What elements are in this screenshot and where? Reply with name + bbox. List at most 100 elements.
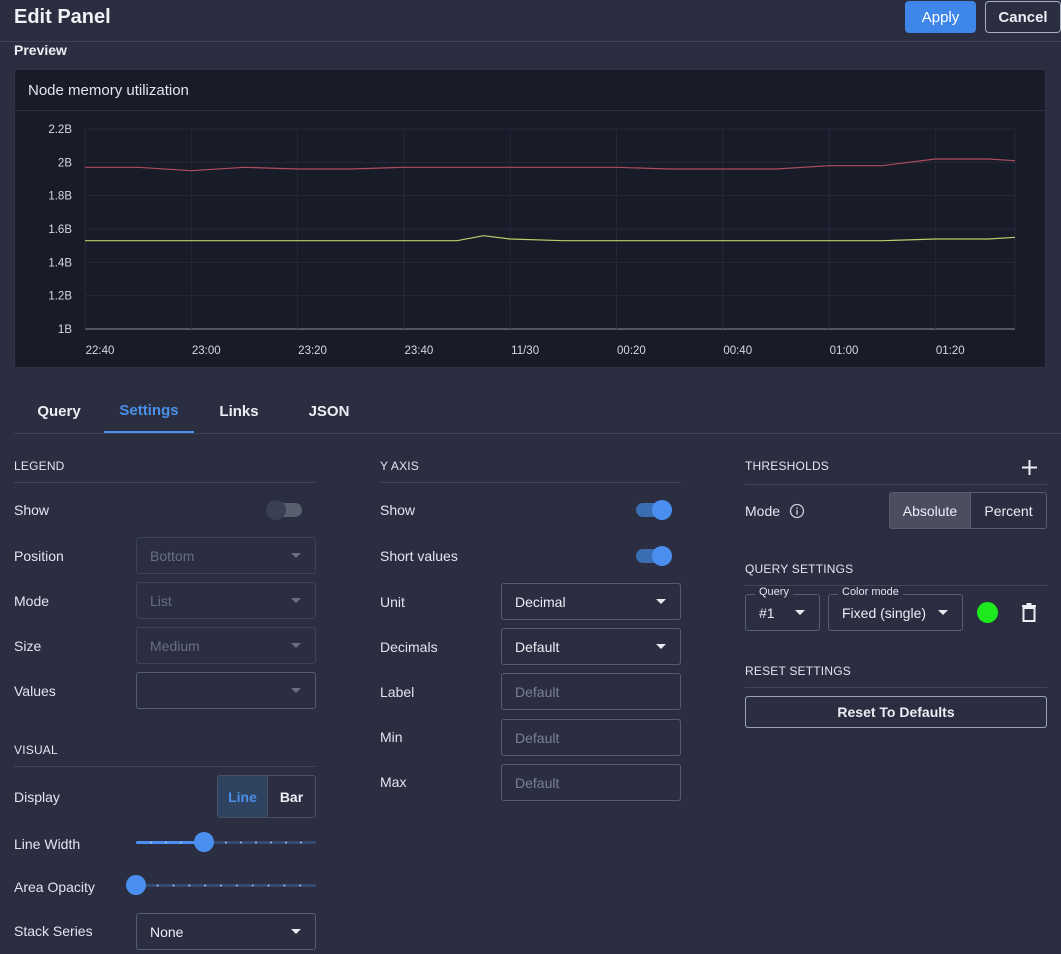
y-label-input[interactable]: Default xyxy=(501,673,681,710)
chevron-down-icon xyxy=(291,643,301,648)
stack-series-label: Stack Series xyxy=(14,923,93,939)
legend-size-label: Size xyxy=(14,638,42,654)
header: Edit Panel Apply Cancel xyxy=(0,0,1061,42)
decimals-select[interactable]: Default xyxy=(501,628,681,665)
area-opacity-label: Area Opacity xyxy=(14,879,95,895)
chevron-down-icon xyxy=(656,599,666,604)
decimals-label: Decimals xyxy=(380,639,438,655)
line-width-label: Line Width xyxy=(14,836,81,852)
mode-percent-button[interactable]: Percent xyxy=(971,493,1046,528)
color-mode-value: Fixed (single) xyxy=(842,605,927,621)
display-label: Display xyxy=(14,789,60,805)
trash-icon[interactable] xyxy=(1021,603,1037,622)
chevron-down-icon xyxy=(656,644,666,649)
display-line-button[interactable]: Line xyxy=(218,776,268,817)
display-bar-button[interactable]: Bar xyxy=(268,776,315,817)
legend-size-select[interactable]: Medium xyxy=(136,627,316,664)
stack-series-select[interactable]: None xyxy=(136,913,316,950)
min-placeholder: Default xyxy=(515,730,560,746)
legend-position-select[interactable]: Bottom xyxy=(136,537,316,574)
max-input[interactable]: Default xyxy=(501,764,681,801)
y-axis-show-label: Show xyxy=(380,502,416,518)
y-tick-label: 2B xyxy=(58,157,72,169)
y-tick-label: 2.2B xyxy=(48,124,72,136)
legend-divider xyxy=(14,482,316,483)
threshold-mode-group: Absolute Percent xyxy=(889,492,1047,529)
chevron-down-icon xyxy=(291,929,301,934)
legend-values-select[interactable] xyxy=(136,672,316,709)
chevron-down-icon xyxy=(938,610,948,615)
cancel-button[interactable]: Cancel xyxy=(985,1,1061,33)
visual-divider xyxy=(14,766,316,767)
series-color-swatch[interactable] xyxy=(977,602,998,623)
line-width-slider[interactable] xyxy=(136,832,316,852)
legend-section-title: LEGEND xyxy=(14,459,65,473)
line-width-slider-handle[interactable] xyxy=(193,832,214,852)
settings-tabs: Query Settings Links JSON xyxy=(14,389,1061,434)
x-tick-label: 23:00 xyxy=(192,345,221,357)
query-legend: Query xyxy=(755,586,793,598)
reset-to-defaults-button[interactable]: Reset To Defaults xyxy=(745,696,1047,728)
tab-query[interactable]: Query xyxy=(14,389,104,433)
legend-values-label: Values xyxy=(14,683,56,699)
query-settings-title: QUERY SETTINGS xyxy=(745,562,854,576)
reset-divider xyxy=(745,687,1047,688)
series-line-2 xyxy=(85,235,1016,242)
thresholds-divider xyxy=(745,484,1047,485)
unit-value: Decimal xyxy=(515,594,566,610)
tab-links[interactable]: Links xyxy=(194,389,284,433)
visual-section-title: VISUAL xyxy=(14,743,58,757)
legend-show-toggle[interactable] xyxy=(266,500,306,520)
legend-position-value: Bottom xyxy=(150,548,195,564)
y-tick-label: 1.8B xyxy=(48,191,72,203)
max-placeholder: Default xyxy=(515,775,560,791)
area-opacity-slider[interactable] xyxy=(126,875,316,895)
y-tick-label: 1.4B xyxy=(48,257,72,269)
y-label-placeholder: Default xyxy=(515,684,560,700)
reset-settings-title: RESET SETTINGS xyxy=(745,664,851,678)
legend-mode-value: List xyxy=(150,593,172,609)
chevron-down-icon xyxy=(291,598,301,603)
unit-label: Unit xyxy=(380,594,405,610)
query-value: #1 xyxy=(759,605,775,621)
legend-show-label: Show xyxy=(14,502,50,518)
short-values-toggle[interactable] xyxy=(634,546,674,566)
tab-settings[interactable]: Settings xyxy=(104,389,194,433)
color-mode-legend: Color mode xyxy=(838,586,903,598)
display-toggle-group: Line Bar xyxy=(217,775,316,818)
x-tick-label: 00:20 xyxy=(617,345,646,357)
apply-button[interactable]: Apply xyxy=(905,1,976,33)
x-tick-label: 23:40 xyxy=(404,345,433,357)
preview-label: Preview xyxy=(14,42,67,58)
x-tick-label: 00:40 xyxy=(723,345,752,357)
short-values-label: Short values xyxy=(380,548,458,564)
chevron-down-icon xyxy=(291,553,301,558)
tab-json[interactable]: JSON xyxy=(284,389,374,433)
page-title: Edit Panel xyxy=(14,6,111,28)
legend-position-label: Position xyxy=(14,548,64,564)
x-tick-label: 23:20 xyxy=(298,345,327,357)
preview-panel: Node memory utilization 1B 1.2B 1.4B 1.6B 1.… xyxy=(14,69,1046,368)
x-tick-label: 01:00 xyxy=(830,345,859,357)
panel-title: Node memory utilization xyxy=(28,82,189,99)
thresholds-section-title: THRESHOLDS xyxy=(745,459,830,473)
y-axis-show-toggle[interactable] xyxy=(634,500,674,520)
add-threshold-icon[interactable] xyxy=(1021,459,1038,476)
x-tick-label: 22:40 xyxy=(86,345,115,357)
mode-absolute-button[interactable]: Absolute xyxy=(890,493,971,528)
memory-chart: 1B 1.2B 1.4B 1.6B 1.8B 2B 2.2B 22:40 23:00 23:20 2… xyxy=(48,124,1016,357)
color-mode-select[interactable]: Color mode Fixed (single) xyxy=(828,586,963,631)
area-opacity-slider-handle[interactable] xyxy=(126,875,146,895)
y-tick-label: 1B xyxy=(58,324,72,336)
legend-mode-label: Mode xyxy=(14,593,50,609)
unit-select[interactable]: Decimal xyxy=(501,583,681,620)
max-label: Max xyxy=(380,774,407,790)
info-icon[interactable] xyxy=(789,503,805,519)
x-tick-label: 01:20 xyxy=(936,345,965,357)
query-select[interactable]: Query #1 xyxy=(745,586,820,631)
y-tick-label: 1.2B xyxy=(48,291,72,303)
min-input[interactable]: Default xyxy=(501,719,681,756)
chevron-down-icon xyxy=(795,610,805,615)
decimals-value: Default xyxy=(515,639,560,655)
legend-mode-select[interactable]: List xyxy=(136,582,316,619)
